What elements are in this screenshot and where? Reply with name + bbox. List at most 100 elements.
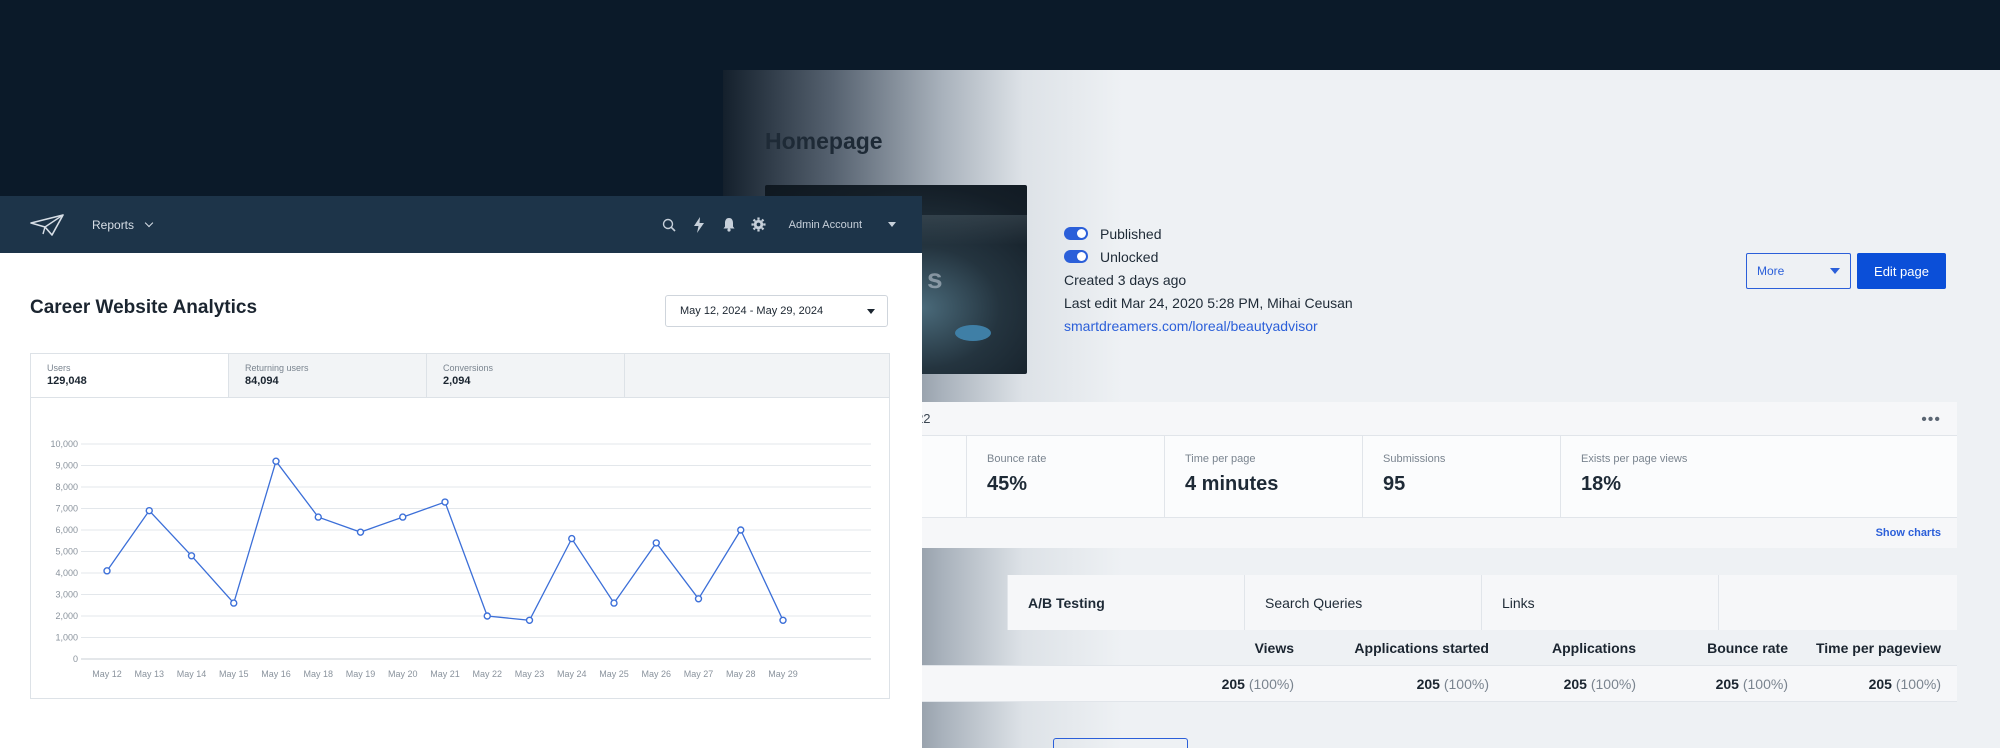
x-tick-label: May 14 bbox=[177, 669, 207, 679]
stat-value: 18% bbox=[1581, 473, 1622, 495]
data-point bbox=[187, 552, 196, 560]
kpi-users[interactable]: Users 129,048 bbox=[31, 354, 229, 397]
stat-value: 4 minutes bbox=[1185, 473, 1279, 495]
data-point bbox=[610, 599, 618, 607]
data-point bbox=[694, 595, 703, 603]
published-row: Published bbox=[1064, 222, 1353, 245]
data-point bbox=[441, 498, 449, 506]
col-bounce-rate: Bounce rate bbox=[1707, 639, 1788, 656]
x-tick-label: May 23 bbox=[515, 669, 545, 679]
published-toggle[interactable] bbox=[1064, 227, 1088, 240]
lightning-icon[interactable] bbox=[691, 216, 707, 233]
col-applications-started: Applications started bbox=[1354, 639, 1489, 656]
unlocked-toggle[interactable] bbox=[1064, 250, 1088, 263]
data-point bbox=[356, 528, 365, 536]
kpi-label: Users bbox=[47, 363, 71, 373]
y-tick-label: 1,000 bbox=[55, 633, 78, 643]
col-views: Views bbox=[1254, 639, 1294, 656]
edit-page-button[interactable]: Edit page bbox=[1857, 253, 1946, 289]
x-tick-label: May 26 bbox=[641, 669, 671, 679]
y-tick-label: 4,000 bbox=[55, 568, 78, 578]
cell-views: 205 (100%) bbox=[1025, 676, 1310, 692]
last-edit-text: Last edit Mar 24, 2020 5:28 PM, Mihai Ce… bbox=[1064, 294, 1353, 311]
account-label: Admin Account bbox=[788, 218, 862, 231]
data-point bbox=[230, 599, 238, 607]
date-range-picker[interactable]: May 12, 2024 - May 29, 2024 bbox=[665, 295, 888, 327]
page-meta: Published Unlocked Created 3 days ago La… bbox=[1064, 222, 1353, 337]
paper-plane-logo-icon[interactable] bbox=[30, 213, 64, 236]
gear-icon[interactable] bbox=[751, 217, 767, 233]
cell-value: 205 bbox=[1221, 675, 1245, 692]
cell-percent: (100%) bbox=[1895, 675, 1941, 692]
reports-label: Reports bbox=[92, 217, 135, 232]
more-dropdown[interactable]: More bbox=[1746, 253, 1851, 289]
cell-applications-started: 205 (100%) bbox=[1310, 676, 1505, 692]
kpi-empty bbox=[625, 354, 889, 397]
data-point bbox=[652, 539, 660, 547]
tab-search-queries[interactable]: Search Queries bbox=[1245, 575, 1482, 630]
x-tick-label: May 20 bbox=[388, 669, 418, 679]
cell-percent: (100%) bbox=[1248, 675, 1294, 692]
cell-percent: (100%) bbox=[1443, 675, 1489, 692]
stat-value: 45% bbox=[987, 473, 1028, 495]
data-point bbox=[779, 616, 787, 625]
stat-label: Submissions bbox=[1383, 453, 1446, 465]
more-options-icon[interactable]: ••• bbox=[1921, 411, 1941, 429]
kpi-value: 84,094 bbox=[245, 375, 279, 387]
kpi-label: Conversions bbox=[443, 363, 494, 373]
kpi-value: 2,094 bbox=[443, 375, 471, 387]
y-tick-label: 7,000 bbox=[55, 504, 78, 514]
row-action-button[interactable] bbox=[1053, 738, 1188, 748]
x-tick-label: May 12 bbox=[92, 669, 122, 679]
x-tick-label: May 19 bbox=[346, 669, 376, 679]
search-icon[interactable] bbox=[661, 217, 677, 233]
cell-percent: (100%) bbox=[1590, 675, 1636, 692]
chevron-down-icon bbox=[144, 218, 154, 227]
y-tick-label: 5,000 bbox=[55, 547, 78, 557]
caret-down-icon bbox=[888, 222, 896, 227]
col-time-per-pageview: Time per pageview bbox=[1815, 639, 1941, 656]
kpi-returning-users[interactable]: Returning users 84,094 bbox=[229, 354, 427, 397]
data-point bbox=[568, 534, 576, 543]
tab-links[interactable]: Links bbox=[1482, 575, 1719, 630]
series-line bbox=[106, 459, 784, 621]
created-text: Created 3 days ago bbox=[1064, 271, 1187, 288]
cell-applications: 205 (100%) bbox=[1505, 676, 1652, 692]
thumbnail-text: s bbox=[927, 263, 943, 294]
unlocked-row: Unlocked bbox=[1064, 245, 1353, 268]
page-url-link[interactable]: smartdreamers.com/loreal/beautyadvisor bbox=[1064, 318, 1318, 334]
y-tick-label: 2,000 bbox=[55, 611, 78, 621]
kpi-value: 129,048 bbox=[47, 375, 87, 387]
cell-bounce-rate: 205 (100%) bbox=[1652, 676, 1804, 692]
thumbnail-lake bbox=[955, 325, 991, 341]
users-line-chart: 0 1,000 2,000 3,000 4,000 5,000 6,000 7,000 8,00… bbox=[50, 439, 871, 679]
cell-time-per-pageview: 205 (100%) bbox=[1804, 676, 1957, 692]
data-point bbox=[145, 506, 153, 515]
analytics-window: Reports Admin Account Career Website Ana… bbox=[0, 196, 922, 748]
x-tick-label: May 27 bbox=[684, 669, 714, 679]
kpi-conversions[interactable]: Conversions 2,094 bbox=[427, 354, 625, 397]
cell-value: 205 bbox=[1563, 675, 1587, 692]
x-tick-label: May 25 bbox=[599, 669, 629, 679]
reports-menu[interactable]: Reports bbox=[92, 217, 154, 232]
data-point bbox=[399, 513, 407, 521]
x-tick-label: May 15 bbox=[219, 669, 249, 679]
stat-label: Time per page bbox=[1185, 453, 1256, 465]
y-tick-label: 3,000 bbox=[55, 590, 78, 600]
y-tick-label: 9,000 bbox=[55, 461, 78, 471]
account-menu[interactable]: Admin Account bbox=[789, 219, 896, 231]
navbar-actions: Admin Account bbox=[647, 196, 896, 253]
data-point bbox=[737, 526, 745, 534]
top-navbar: Reports Admin Account bbox=[0, 196, 922, 253]
x-tick-label: May 22 bbox=[472, 669, 502, 679]
kpi-label: Returning users bbox=[245, 363, 309, 373]
x-tick-label: May 28 bbox=[726, 669, 756, 679]
data-point bbox=[272, 457, 280, 465]
y-tick-label: 6,000 bbox=[55, 525, 78, 535]
stat-bounce-rate: Bounce rate 45% bbox=[967, 436, 1165, 517]
date-range-label: May 12, 2024 - May 29, 2024 bbox=[680, 305, 824, 317]
bell-icon[interactable] bbox=[721, 217, 737, 233]
tab-ab-testing[interactable]: A/B Testing bbox=[1008, 575, 1245, 630]
caret-down-icon bbox=[1830, 268, 1840, 274]
cell-value: 205 bbox=[1715, 675, 1739, 692]
